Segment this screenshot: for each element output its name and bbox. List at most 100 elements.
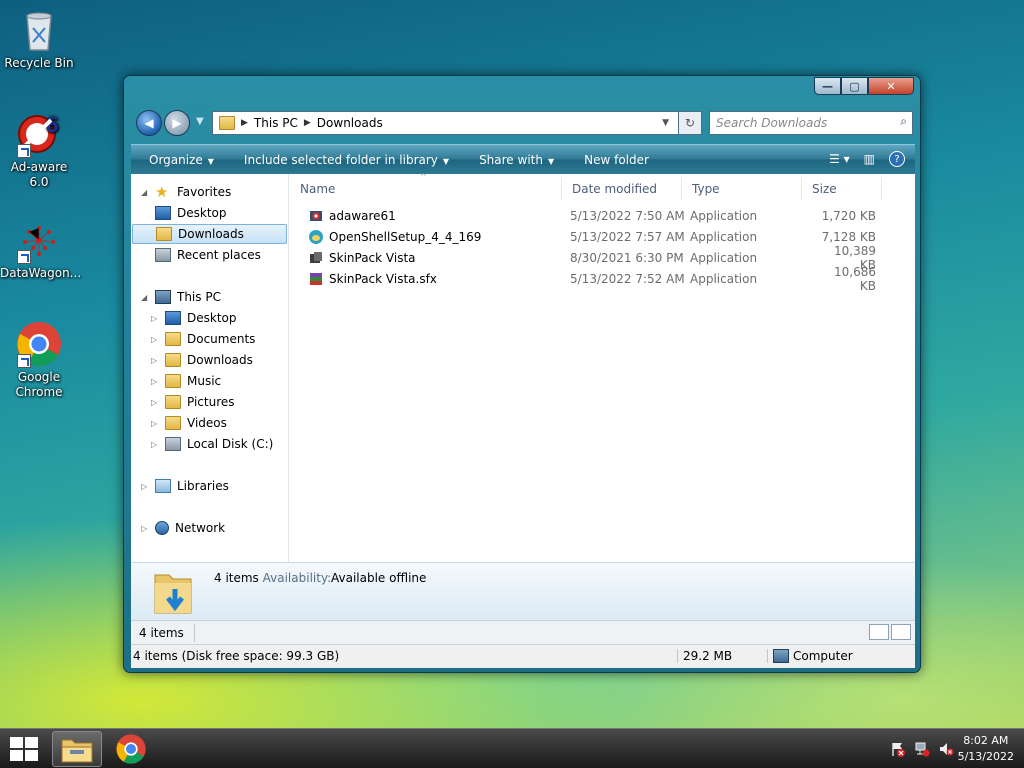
help-icon[interactable]: ? — [889, 151, 905, 167]
nav-pc-videos[interactable]: ▷ Videos — [151, 413, 227, 433]
desktop-icon-recycle-bin[interactable]: Recycle Bin — [0, 6, 78, 71]
expand-triangle-icon[interactable]: ◢ — [141, 293, 151, 302]
downloads-folder-large-icon — [154, 574, 192, 614]
organize-menu[interactable]: Organize ▼ — [149, 153, 214, 167]
collapse-triangle-icon[interactable]: ▷ — [141, 524, 151, 533]
nav-label: Music — [187, 374, 222, 388]
collapse-triangle-icon[interactable]: ▷ — [151, 398, 161, 407]
file-row[interactable]: SkinPack Vista.sfx 5/13/2022 7:52 AM App… — [300, 265, 900, 293]
recent-pages-dropdown[interactable]: ▼ — [196, 116, 204, 127]
expand-triangle-icon[interactable]: ◢ — [141, 188, 151, 197]
start-button[interactable] — [10, 737, 38, 761]
address-bar[interactable]: ▶ This PC ▶ Downloads ▼ — [212, 111, 702, 135]
content-area: ◢ ★ Favorites Desktop Downloads Recent p… — [131, 172, 915, 562]
nav-pc-documents[interactable]: ▷ Documents — [151, 329, 255, 349]
column-header-type[interactable]: Type — [682, 178, 802, 200]
desktop-icon-adaware[interactable]: 6 Ad-aware 6.0 — [0, 110, 78, 190]
column-header-name[interactable]: Name — [290, 178, 562, 200]
windows-logo-pane — [10, 750, 23, 761]
maximize-button[interactable]: ▢ — [841, 77, 868, 95]
nav-fav-downloads[interactable]: Downloads — [132, 224, 287, 244]
file-date: 8/30/2021 6:30 PM — [570, 250, 684, 265]
file-row[interactable]: SkinPack Vista 8/30/2021 6:30 PM Applica… — [300, 244, 900, 272]
nav-pc-downloads[interactable]: ▷ Downloads — [151, 350, 253, 370]
share-label: Share with — [479, 152, 543, 167]
status-item-count: 4 items — [139, 623, 195, 642]
minimize-button[interactable]: — — [814, 77, 841, 95]
large-icons-view-icon[interactable] — [891, 624, 911, 640]
nav-pc-pictures[interactable]: ▷ Pictures — [151, 392, 235, 412]
breadcrumb-this-pc[interactable]: This PC — [254, 116, 298, 130]
collapse-triangle-icon[interactable]: ▷ — [151, 440, 161, 449]
taskbar-clock[interactable]: 8:02 AM 5/13/2022 — [958, 733, 1014, 765]
collapse-triangle-icon[interactable]: ▷ — [151, 356, 161, 365]
desktop-icon-label: DataWagon... — [0, 266, 82, 280]
new-folder-button[interactable]: New folder — [584, 153, 649, 167]
file-type: Application — [690, 229, 758, 244]
action-center-flag-icon[interactable] — [890, 741, 906, 757]
nav-this-pc[interactable]: ◢ This PC — [141, 287, 221, 307]
nav-pc-local-disk[interactable]: ▷ Local Disk (C:) — [151, 434, 273, 454]
file-row[interactable]: adaware61 5/13/2022 7:50 AM Application … — [300, 205, 900, 226]
folder-icon — [219, 116, 235, 130]
chrome-icon — [15, 320, 63, 368]
desktop-icon-datawagon[interactable]: DataWagon... — [0, 216, 82, 281]
address-dropdown-icon[interactable]: ▼ — [662, 118, 669, 128]
desktop-icon-label: Ad-aware 6.0 — [10, 160, 68, 189]
nav-fav-desktop[interactable]: Desktop — [151, 203, 227, 223]
include-in-library-menu[interactable]: Include selected folder in library ▼ — [244, 153, 449, 167]
status-bar-top: 4 items — [131, 620, 915, 644]
nav-label: Videos — [187, 416, 227, 430]
forward-button[interactable]: ▶ — [164, 110, 190, 136]
file-row[interactable]: OpenShellSetup_4_4_169 5/13/2022 7:57 AM… — [300, 226, 900, 247]
search-input[interactable]: Search Downloads ⌕ — [709, 111, 913, 135]
share-with-menu[interactable]: Share with ▼ — [479, 153, 554, 167]
search-icon[interactable]: ⌕ — [900, 114, 907, 129]
taskbar-chrome[interactable] — [106, 731, 156, 767]
collapse-triangle-icon[interactable]: ▷ — [151, 314, 161, 323]
status-disk-free: 4 items (Disk free space: 99.3 GB) — [133, 649, 340, 663]
desktop-icon-label: Google Chrome — [15, 370, 63, 399]
search-placeholder: Search Downloads — [716, 116, 828, 130]
nav-label: Pictures — [187, 395, 235, 409]
column-header-size[interactable]: Size — [802, 178, 882, 200]
navigation-pane: ◢ ★ Favorites Desktop Downloads Recent p… — [131, 174, 289, 562]
nav-favorites[interactable]: ◢ ★ Favorites — [141, 182, 231, 202]
details-count: 4 items Availability: — [214, 571, 331, 585]
network-status-icon[interactable] — [914, 741, 930, 757]
details-view-icon[interactable] — [869, 624, 889, 640]
nav-network[interactable]: ▷ Network — [141, 518, 225, 538]
breadcrumb-chevron-icon[interactable]: ▶ — [241, 118, 248, 128]
sort-indicator-icon: ^ — [420, 172, 427, 181]
adaware-icon: 6 — [15, 110, 63, 158]
recycle-bin-icon — [15, 6, 63, 54]
file-name-cell: SkinPack Vista.sfx — [308, 271, 437, 287]
nav-libraries[interactable]: ▷ Libraries — [141, 476, 229, 496]
desktop-icon-chrome[interactable]: Google Chrome — [0, 320, 78, 400]
taskbar-file-explorer[interactable] — [52, 731, 102, 767]
taskbar: 8:02 AM 5/13/2022 — [0, 728, 1024, 768]
nav-label: Downloads — [187, 353, 253, 367]
nav-label: Network — [175, 521, 226, 535]
collapse-triangle-icon[interactable]: ▷ — [151, 335, 161, 344]
details-item-count: 4 items — [214, 571, 259, 585]
nav-label: This PC — [177, 290, 221, 304]
back-button[interactable]: ◀ — [136, 110, 162, 136]
column-header-date[interactable]: Date modified — [562, 178, 682, 200]
breadcrumb-chevron-icon[interactable]: ▶ — [304, 118, 311, 128]
collapse-triangle-icon[interactable]: ▷ — [151, 419, 161, 428]
close-button[interactable]: ✕ — [868, 77, 914, 95]
nav-pc-desktop[interactable]: ▷ Desktop — [151, 308, 237, 328]
refresh-button[interactable]: ↻ — [678, 111, 702, 135]
nav-label: Desktop — [187, 311, 237, 325]
nav-fav-recent[interactable]: Recent places — [151, 245, 261, 265]
preview-pane-icon[interactable]: ▥ — [864, 152, 875, 166]
collapse-triangle-icon[interactable]: ▷ — [141, 482, 151, 491]
file-date: 5/13/2022 7:52 AM — [570, 271, 685, 286]
collapse-triangle-icon[interactable]: ▷ — [151, 377, 161, 386]
change-view-icon[interactable]: ☰ ▾ — [829, 152, 850, 166]
volume-muted-icon[interactable] — [938, 741, 954, 757]
nav-pc-music[interactable]: ▷ Music — [151, 371, 221, 391]
windows-logo-pane — [10, 737, 23, 748]
breadcrumb-downloads[interactable]: Downloads — [317, 116, 383, 130]
